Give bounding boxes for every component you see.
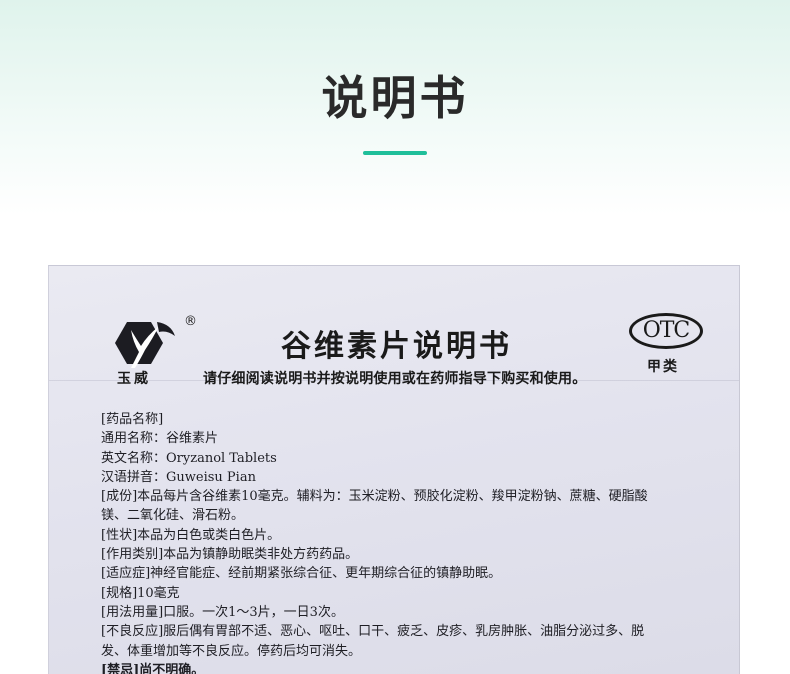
text-line: [用法用量]口服。一次1～3片，一日3次。 [101,604,344,620]
usage-instruction: 请仔细阅读说明书并按说明使用或在药师指导下购买和使用。 [203,371,587,387]
text-line: [禁忌]尚不明确。 [101,662,205,674]
page: 说明书 ® 玉威 谷维素片说明书 OTC 甲类 请仔细阅读说明书并按说明使用或在… [0,0,790,674]
instruction-leaflet: ® 玉威 谷维素片说明书 OTC 甲类 请仔细阅读说明书并按说明使用或在药师指导… [48,265,740,674]
text-line: [药品名称] [101,412,164,427]
text-line: 镁、二氧化硅、滑石粉。 [101,508,245,524]
text-line: 汉语拼音：Guweisu Pian [101,469,256,485]
brand-logo-icon [115,322,175,368]
text-line: 通用名称：谷维素片 [101,431,219,447]
otc-category: 甲类 [647,359,679,375]
brand-name: 玉威 [117,371,151,387]
text-line: 发、体重增加等不良反应。停药后均可消失。 [101,643,362,659]
text-line: 英文名称：Oryzanol Tablets [101,450,277,466]
text-line: [规格]10毫克 [101,585,180,601]
page-title: 说明书 [321,71,469,125]
title-underline [363,151,427,155]
text-line: [成份]本品每片含谷维素10毫克。辅料为：玉米淀粉、预胶化淀粉、羧甲淀粉钠、蔗糖… [101,489,648,505]
leaflet-title: 谷维素片说明书 [281,329,512,364]
otc-badge: OTC [629,313,703,349]
leaflet-body: [药品名称] 通用名称：谷维素片 英文名称：Oryzanol Tablets 汉… [101,410,721,674]
registered-mark: ® [184,314,197,329]
text-line: [作用类别]本品为镇静助眠类非处方药药品。 [101,547,359,563]
text-line: [适应症]神经官能症、经前期紧张综合征、更年期综合征的镇静助眠。 [101,566,502,582]
text-line: [性状]本品为白色或类白色片。 [101,527,281,543]
text-line: [不良反应]服后偶有胃部不适、恶心、呕吐、口干、疲乏、皮疹、乳房肿胀、油脂分泌过… [101,624,645,640]
